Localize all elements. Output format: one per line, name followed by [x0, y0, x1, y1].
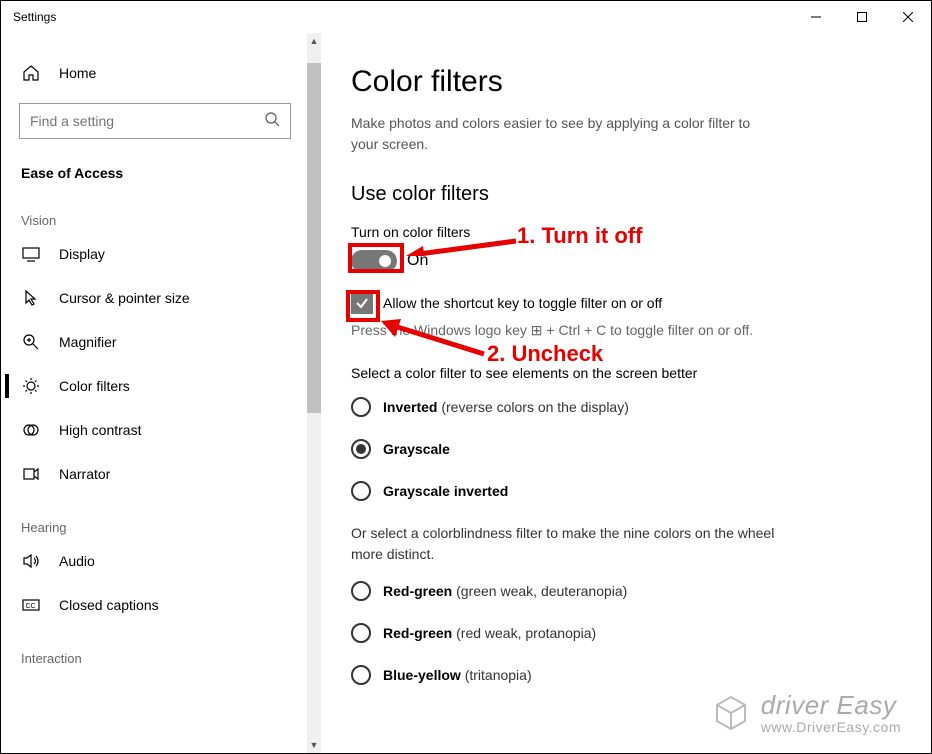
sidebar-item-label: Audio — [59, 553, 95, 569]
radio-grayscale-inverted[interactable]: Grayscale inverted — [351, 481, 901, 501]
watermark-url: www.DriverEasy.com — [761, 720, 901, 735]
colorblind-instruction: Or select a colorblindness filter to mak… — [351, 523, 791, 565]
shortcut-hint: Press the Windows logo key ⊞ + Ctrl + C … — [351, 322, 901, 339]
sidebar-item-label: Narrator — [59, 466, 110, 482]
radio-deuteranopia[interactable]: Red-green (green weak, deuteranopia) — [351, 581, 901, 601]
high-contrast-icon — [21, 420, 41, 440]
svg-text:CC: CC — [26, 603, 36, 610]
sidebar-scrollbar[interactable]: ▲ ▼ — [307, 33, 321, 753]
section-heading: Use color filters — [351, 183, 901, 206]
toggle-state-label: On — [407, 252, 428, 270]
sidebar-item-closed-captions[interactable]: CC Closed captions — [1, 583, 321, 627]
sidebar-item-audio[interactable]: Audio — [1, 539, 321, 583]
radio-button[interactable] — [351, 581, 371, 601]
scrollbar-thumb[interactable] — [307, 63, 321, 413]
radio-tritanopia[interactable]: Blue-yellow (tritanopia) — [351, 665, 901, 685]
annotation-text-2: 2. Uncheck — [487, 341, 603, 367]
home-icon — [21, 63, 41, 83]
sidebar-item-label: Closed captions — [59, 597, 159, 613]
scroll-down-arrow[interactable]: ▼ — [307, 737, 321, 753]
search-input[interactable] — [30, 113, 264, 129]
search-icon — [264, 111, 280, 132]
sidebar-item-label: Magnifier — [59, 334, 117, 350]
closed-captions-icon: CC — [21, 595, 41, 615]
watermark-logo-icon — [711, 693, 751, 733]
radio-button[interactable] — [351, 397, 371, 417]
magnifier-icon — [21, 332, 41, 352]
sidebar-item-label: High contrast — [59, 422, 141, 438]
home-nav[interactable]: Home — [1, 51, 321, 95]
window-controls — [793, 1, 931, 33]
watermark: driver Easy www.DriverEasy.com — [711, 691, 901, 735]
minimize-button[interactable] — [793, 1, 839, 33]
annotation-text-1: 1. Turn it off — [517, 223, 642, 249]
maximize-button[interactable] — [839, 1, 885, 33]
sidebar-item-narrator[interactable]: Narrator — [1, 452, 321, 496]
section-title: Ease of Access — [1, 147, 321, 189]
narrator-icon — [21, 464, 41, 484]
display-icon — [21, 244, 41, 264]
main-content: Color filters Make photos and colors eas… — [321, 33, 931, 753]
checkbox-label: Allow the shortcut key to toggle filter … — [383, 295, 662, 311]
close-button[interactable] — [885, 1, 931, 33]
group-vision: Vision — [1, 189, 321, 232]
cursor-icon — [21, 288, 41, 308]
sidebar-item-label: Color filters — [59, 378, 130, 394]
sidebar-item-label: Cursor & pointer size — [59, 290, 190, 306]
sidebar-item-magnifier[interactable]: Magnifier — [1, 320, 321, 364]
active-indicator — [5, 374, 9, 398]
audio-icon — [21, 551, 41, 571]
radio-button[interactable] — [351, 665, 371, 685]
color-filters-icon — [21, 376, 41, 396]
scroll-up-arrow[interactable]: ▲ — [307, 33, 321, 49]
group-interaction: Interaction — [1, 627, 321, 670]
search-box[interactable] — [19, 103, 291, 139]
sidebar-item-color-filters[interactable]: Color filters — [1, 364, 321, 408]
radio-protanopia[interactable]: Red-green (red weak, protanopia) — [351, 623, 901, 643]
radio-grayscale[interactable]: Grayscale — [351, 439, 901, 459]
radio-button[interactable] — [351, 439, 371, 459]
radio-button[interactable] — [351, 623, 371, 643]
home-label: Home — [59, 65, 96, 81]
radio-inverted[interactable]: Inverted (reverse colors on the display) — [351, 397, 901, 417]
sidebar-item-cursor[interactable]: Cursor & pointer size — [1, 276, 321, 320]
radio-button[interactable] — [351, 481, 371, 501]
toggle-knob — [379, 255, 391, 267]
window-title: Settings — [13, 10, 793, 24]
page-subtitle: Make photos and colors easier to see by … — [351, 113, 781, 155]
sidebar-item-display[interactable]: Display — [1, 232, 321, 276]
shortcut-checkbox[interactable] — [351, 292, 373, 314]
filter-instruction: Select a color filter to see elements on… — [351, 365, 901, 381]
color-filters-toggle[interactable] — [351, 250, 397, 272]
sidebar: Home Ease of Access Vision Display Curso… — [1, 33, 321, 753]
sidebar-item-label: Display — [59, 246, 105, 262]
titlebar: Settings — [1, 1, 931, 33]
windows-key-icon: ⊞ — [531, 322, 543, 338]
sidebar-item-high-contrast[interactable]: High contrast — [1, 408, 321, 452]
group-hearing: Hearing — [1, 496, 321, 539]
page-heading: Color filters — [351, 65, 901, 99]
